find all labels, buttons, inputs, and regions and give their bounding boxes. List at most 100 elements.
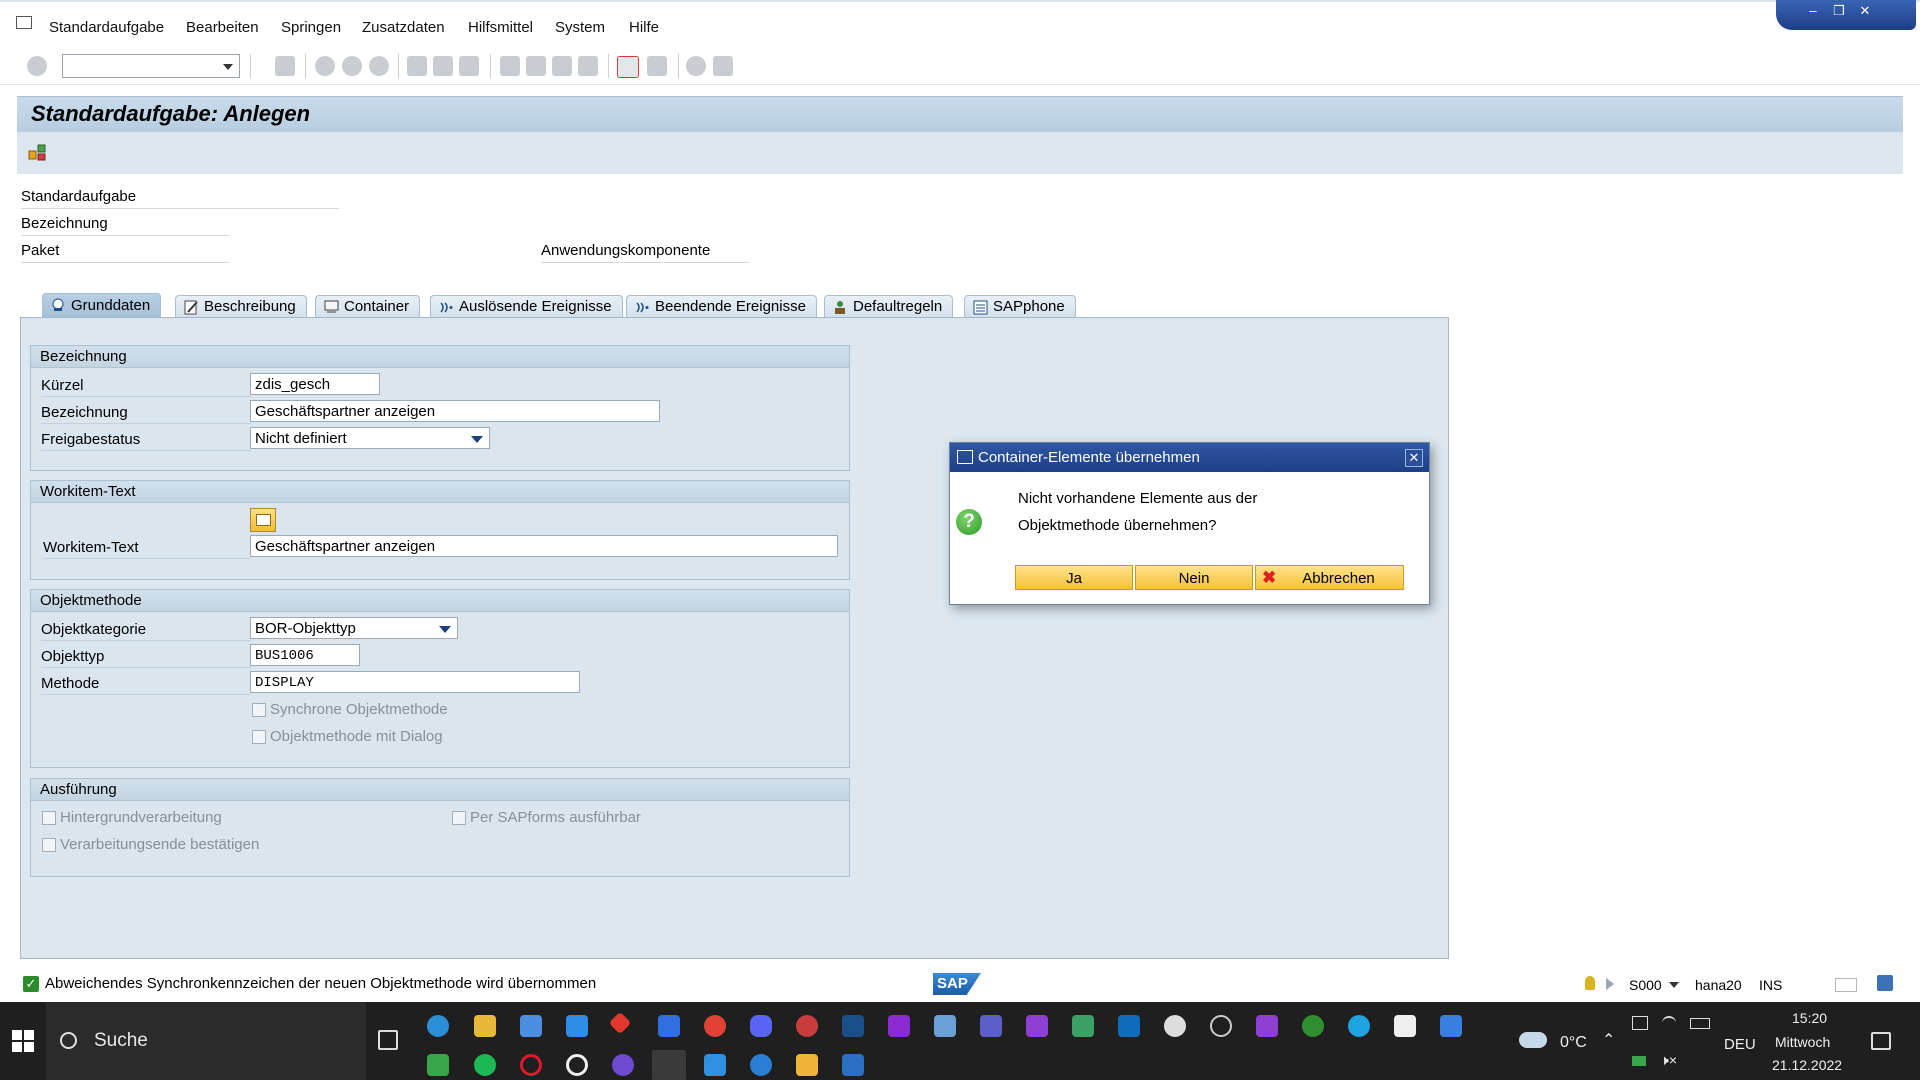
menu-springen[interactable]: Springen: [281, 19, 341, 36]
steam-icon[interactable]: [842, 1015, 864, 1037]
chevron-down-icon[interactable]: [1669, 982, 1679, 988]
yes-button[interactable]: Ja: [1015, 565, 1133, 590]
previous-page-icon[interactable]: [526, 56, 546, 76]
git-icon[interactable]: [608, 1011, 632, 1035]
objektmethode-mit-dialog-checkbox[interactable]: [252, 730, 266, 744]
edge-icon[interactable]: [427, 1015, 449, 1037]
tab-grunddaten[interactable]: Grunddaten: [42, 293, 162, 318]
next-page-icon[interactable]: [552, 56, 572, 76]
m-app-icon[interactable]: [796, 1054, 818, 1076]
menu-bearbeiten[interactable]: Bearbeiten: [186, 19, 259, 36]
jetbrains-icon[interactable]: [888, 1015, 910, 1037]
transfer-icon[interactable]: [1835, 978, 1857, 992]
visual-studio-2-icon[interactable]: [1256, 1015, 1278, 1037]
remote-desktop-icon[interactable]: [1440, 1015, 1462, 1037]
hs-app-icon[interactable]: [1302, 1015, 1324, 1037]
save-icon[interactable]: [275, 56, 295, 76]
enter-icon[interactable]: [27, 56, 47, 76]
methode-input[interactable]: DISPLAY: [250, 671, 580, 693]
input-mode[interactable]: INS: [1759, 977, 1782, 993]
exit-icon[interactable]: [342, 56, 362, 76]
weather-temperature[interactable]: 0°C: [1560, 1034, 1587, 1052]
objekttyp-input[interactable]: BUS1006: [250, 644, 360, 666]
find-next-icon[interactable]: [459, 56, 479, 76]
menu-hilfsmittel[interactable]: Hilfsmittel: [468, 19, 533, 36]
sapforms-checkbox[interactable]: [452, 811, 466, 825]
powerapps-icon[interactable]: [1072, 1015, 1094, 1037]
shortcut-icon[interactable]: [647, 56, 667, 76]
cancel-button[interactable]: ✖ Abbrechen: [1255, 565, 1404, 590]
settings-icon[interactable]: [1164, 1015, 1186, 1037]
windows-start-icon[interactable]: [12, 1030, 34, 1052]
discord-icon[interactable]: [750, 1015, 772, 1037]
notepad-icon[interactable]: [427, 1054, 449, 1076]
sap-logon-icon[interactable]: [652, 1050, 686, 1080]
freigabestatus-select[interactable]: Nicht definiert: [250, 427, 490, 449]
close-icon[interactable]: ✕: [1405, 449, 1423, 467]
tab-beendende-ereignisse[interactable]: Beendende Ereignisse: [626, 295, 817, 318]
query-app-icon[interactable]: [566, 1054, 588, 1076]
outlook-icon[interactable]: [1118, 1015, 1140, 1037]
synchrone-objektmethode-checkbox[interactable]: [252, 703, 266, 717]
variables-icon[interactable]: [250, 508, 276, 532]
tab-ausloesende-ereignisse[interactable]: Auslösende Ereignisse: [430, 295, 623, 318]
chevron-up-icon[interactable]: ⌃: [1602, 1030, 1615, 1050]
help-icon[interactable]: [686, 56, 706, 76]
microsoft-store-icon[interactable]: [520, 1015, 542, 1037]
tab-beschreibung[interactable]: Beschreibung: [175, 295, 307, 318]
display-icon[interactable]: [1632, 1056, 1646, 1066]
menu-system[interactable]: System: [555, 19, 605, 36]
play-icon[interactable]: [1606, 978, 1614, 990]
visual-studio-icon[interactable]: [1026, 1015, 1048, 1037]
find-icon[interactable]: [433, 56, 453, 76]
clock-time[interactable]: 15:20: [1792, 1010, 1827, 1026]
vscode-icon[interactable]: [704, 1054, 726, 1076]
notion-icon[interactable]: [1394, 1015, 1416, 1037]
chrome-icon[interactable]: [704, 1015, 726, 1037]
lightbulb-icon[interactable]: [1585, 976, 1595, 990]
first-page-icon[interactable]: [500, 56, 520, 76]
print-icon[interactable]: [407, 56, 427, 76]
teams-icon[interactable]: [980, 1015, 1002, 1037]
verarbeitungsende-checkbox[interactable]: [42, 838, 56, 852]
media-player-icon[interactable]: [750, 1054, 772, 1076]
wifi-icon[interactable]: [1662, 1016, 1676, 1030]
battery-icon[interactable]: [1690, 1018, 1710, 1029]
opera-icon[interactable]: [520, 1054, 542, 1076]
menu-zusatzdaten[interactable]: Zusatzdaten: [362, 19, 445, 36]
lock-icon[interactable]: [1877, 975, 1893, 991]
sap-gui-icon[interactable]: [796, 1015, 818, 1037]
layout-menu-icon[interactable]: [713, 56, 733, 76]
clock-app-icon[interactable]: [1210, 1015, 1232, 1037]
tab-sapphone[interactable]: SAPphone: [964, 295, 1076, 318]
hierarchy-icon[interactable]: [27, 142, 47, 162]
menu-standardaufgabe[interactable]: Standardaufgabe: [49, 19, 164, 36]
last-page-icon[interactable]: [578, 56, 598, 76]
photos-icon[interactable]: [934, 1015, 956, 1037]
close-window-icon[interactable]: ✕: [1856, 3, 1874, 19]
cancel-icon[interactable]: [369, 56, 389, 76]
kuerzel-input[interactable]: zdis_gesch: [250, 373, 380, 395]
bezeichnung-input[interactable]: Geschäftspartner anzeigen: [250, 400, 660, 422]
messenger-icon[interactable]: [1348, 1015, 1370, 1037]
tab-defaultregeln[interactable]: Defaultregeln: [824, 295, 954, 318]
workitem-text-input[interactable]: Geschäftspartner anzeigen: [250, 535, 838, 557]
command-field[interactable]: [62, 54, 240, 78]
back-icon[interactable]: [315, 56, 335, 76]
spotify-icon[interactable]: [474, 1054, 496, 1076]
taskbar-search-box[interactable]: Suche: [46, 1002, 366, 1080]
chevron-down-icon[interactable]: [439, 626, 451, 633]
mute-icon[interactable]: 🕨×: [1660, 1052, 1677, 1069]
system-id[interactable]: S000: [1629, 977, 1662, 993]
input-language[interactable]: DEU: [1724, 1036, 1756, 1053]
photo-viewer-icon[interactable]: [842, 1054, 864, 1076]
new-session-icon[interactable]: [617, 56, 639, 78]
hintergrundverarbeitung-checkbox[interactable]: [42, 811, 56, 825]
no-button[interactable]: Nein: [1135, 565, 1253, 590]
tab-container[interactable]: Container: [315, 295, 421, 318]
dropbox-icon[interactable]: [658, 1015, 680, 1037]
notifications-icon[interactable]: [1871, 1032, 1891, 1050]
sap-menu-icon[interactable]: [16, 16, 32, 29]
chevron-down-icon[interactable]: [223, 64, 233, 70]
network-monitor-icon[interactable]: [1632, 1016, 1648, 1030]
